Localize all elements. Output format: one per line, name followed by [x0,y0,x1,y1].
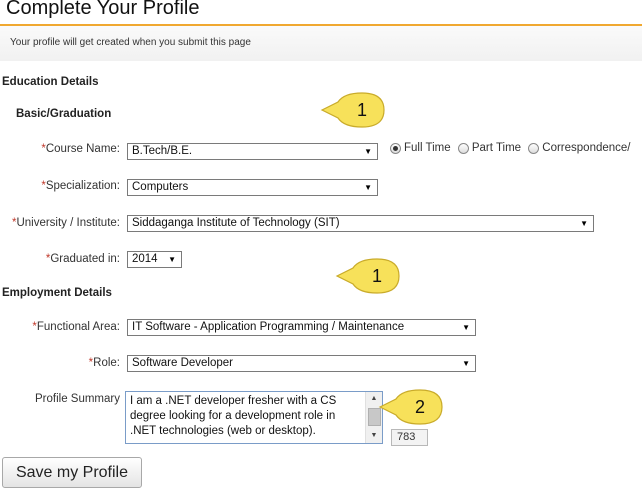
course-name-label: *Course Name: [41,143,120,155]
specialization-label: *Specialization: [41,180,120,192]
university-select[interactable]: Siddaganga Institute of Technology (SIT)… [127,215,594,232]
education-section-title: Education Details [2,76,99,88]
dropdown-arrow-icon: ▼ [364,183,372,192]
full-time-label: Full Time [404,142,451,154]
graduated-in-label: *Graduated in: [45,253,120,265]
study-mode-radio-group: Full Time Part Time Correspondence/ [390,142,635,156]
callout-number: 1 [372,266,382,286]
dropdown-arrow-icon: ▼ [462,359,470,368]
employment-section-title: Employment Details [2,287,112,299]
specialization-select[interactable]: Computers ▼ [127,179,378,196]
dropdown-arrow-icon: ▼ [580,219,588,228]
profile-summary-text: I am a .NET developer fresher with a CS … [130,395,337,437]
correspondence-label: Correspondence/ [542,142,631,154]
callout-number: 1 [357,100,367,120]
page-subtitle: Your profile will get created when you s… [10,37,251,48]
callout-shape-icon: 1 [320,92,385,128]
profile-summary-label: Profile Summary [35,393,120,405]
part-time-radio[interactable] [457,142,469,154]
part-time-label: Part Time [471,142,522,154]
university-label: *University / Institute: [11,217,120,229]
character-counter: 783 [391,429,428,446]
role-select[interactable]: Software Developer ▼ [127,355,476,372]
graduated-year-select[interactable]: 2014 ▼ [127,251,182,268]
callout-number: 2 [415,397,425,417]
save-profile-button[interactable]: Save my Profile [2,457,142,488]
functional-area-select[interactable]: IT Software - Application Programming / … [127,319,476,336]
full-time-radio[interactable] [390,142,401,154]
functional-area-label: *Functional Area: [32,321,120,333]
dropdown-arrow-icon: ▼ [462,323,470,332]
dropdown-arrow-icon: ▼ [364,147,372,156]
page-title: Complete Your Profile [6,0,200,19]
scroll-down-icon[interactable]: ▼ [366,429,382,443]
dropdown-arrow-icon: ▼ [168,255,176,264]
correspondence-radio[interactable] [528,142,540,154]
callout-badge: 1 [335,256,403,296]
course-name-select[interactable]: B.Tech/B.E. ▼ [127,143,378,160]
callout-shape-icon: 2 [378,389,443,425]
callout-shape-icon: 1 [335,258,400,294]
graduation-subsection-title: Basic/Graduation [16,108,112,120]
callout-badge: 1 [320,90,388,130]
profile-summary-textarea[interactable]: I am a .NET developer fresher with a CS … [125,391,383,444]
role-label: *Role: [88,357,120,369]
callout-badge: 2 [378,387,446,427]
